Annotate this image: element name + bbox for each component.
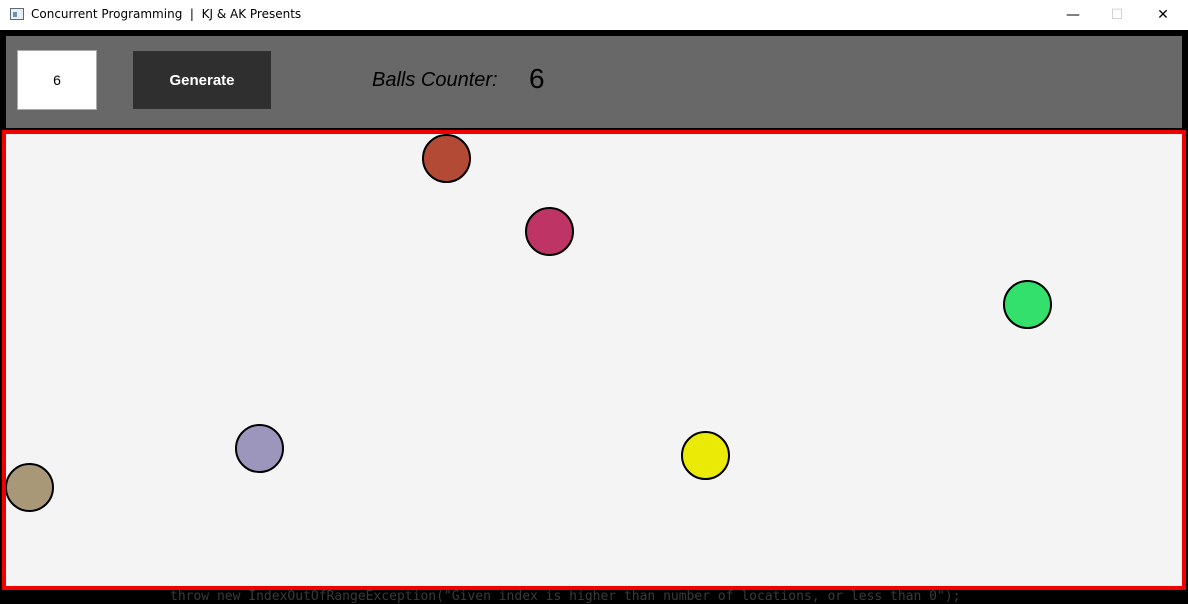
ball [525, 207, 574, 256]
window-titlebar: Concurrent Programming | KJ & AK Present… [0, 0, 1188, 30]
maximize-button[interactable]: ☐ [1094, 0, 1140, 30]
background-code-text: throw new IndexOutOfRangeException("Give… [170, 589, 961, 604]
minimize-button[interactable]: — [1050, 0, 1096, 30]
balls-counter-value: 6 [529, 63, 545, 94]
control-panel: Generate Balls Counter: 6 [6, 36, 1182, 128]
generate-button[interactable]: Generate [133, 51, 271, 109]
app-window-icon [10, 8, 24, 20]
ball [235, 424, 284, 473]
ball [681, 431, 730, 480]
ball-count-input[interactable] [17, 50, 97, 110]
close-button[interactable]: ✕ [1140, 0, 1186, 30]
window-title: Concurrent Programming | KJ & AK Present… [31, 7, 302, 21]
balls-counter-label: Balls Counter: [372, 69, 498, 91]
ball [6, 463, 54, 512]
ball [422, 134, 471, 183]
ball [1003, 280, 1052, 329]
ball-arena [2, 130, 1186, 590]
